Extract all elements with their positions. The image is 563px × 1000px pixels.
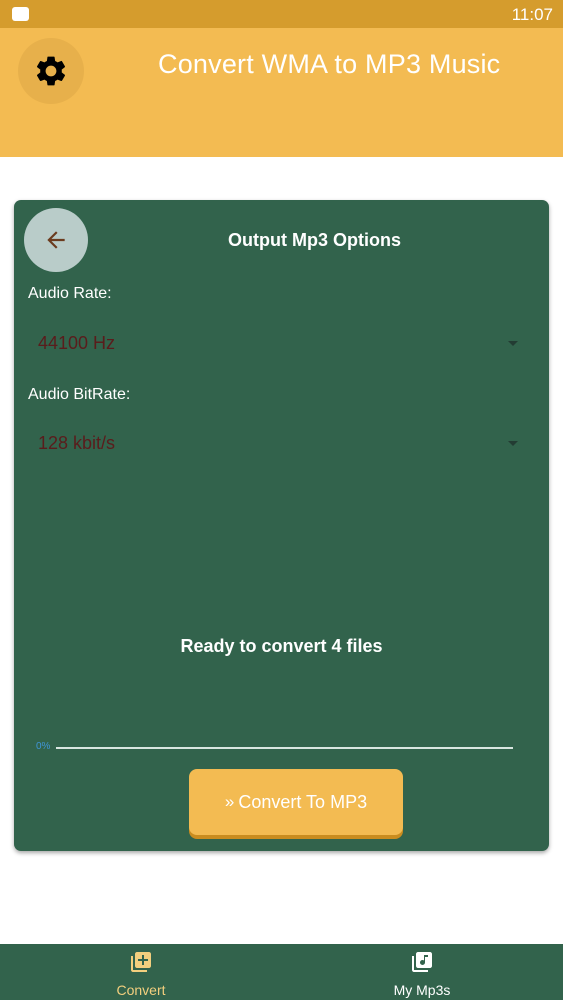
dropdown-arrow-icon [508, 341, 518, 346]
settings-button[interactable] [18, 38, 84, 104]
convert-button-label: Convert To MP3 [238, 792, 368, 812]
nav-label-my-mp3s: My Mp3s [393, 982, 451, 998]
back-button[interactable] [24, 208, 88, 272]
music-library-icon [412, 952, 432, 972]
dropdown-arrow-icon [508, 441, 518, 446]
app-header: Convert WMA to MP3 Music [0, 28, 563, 157]
arrow-left-icon [47, 231, 65, 249]
add-file-icon [131, 952, 151, 972]
convert-to-mp3-button[interactable]: » Convert To MP3 [189, 769, 403, 835]
gear-icon [36, 56, 66, 86]
nav-item-my-mp3s[interactable]: My Mp3s [281, 944, 563, 1000]
progress-bar [56, 747, 513, 749]
audio-bitrate-dropdown[interactable]: 128 kbit/s [28, 422, 518, 462]
card-title: Output Mp3 Options [228, 230, 401, 250]
double-chevron-right-icon: » [224, 792, 235, 811]
status-bar: 11:07 [0, 0, 563, 28]
nav-item-convert[interactable]: Convert [0, 944, 282, 1000]
bottom-navigation: Convert My Mp3s [0, 944, 563, 1000]
audio-bitrate-value: 128 kbit/s [38, 433, 116, 453]
audio-rate-label: Audio Rate: [28, 285, 112, 302]
audio-rate-value: 44100 Hz [38, 333, 116, 353]
audio-bitrate-label: Audio BitRate: [28, 386, 131, 403]
status-time: 11:07 [511, 5, 553, 24]
notification-icon [12, 7, 29, 21]
output-options-card: Output Mp3 Options Audio Rate: 44100 Hz … [14, 200, 549, 851]
app-screen: 11:07 Convert WMA to MP3 Music Output Mp… [0, 0, 563, 1000]
page-title: Convert WMA to MP3 Music [158, 49, 501, 79]
progress-percent-label: 0% [36, 741, 51, 752]
nav-label-convert: Convert [116, 982, 166, 998]
audio-rate-dropdown[interactable]: 44100 Hz [28, 322, 518, 362]
ready-status-text: Ready to convert 4 files [180, 636, 383, 656]
